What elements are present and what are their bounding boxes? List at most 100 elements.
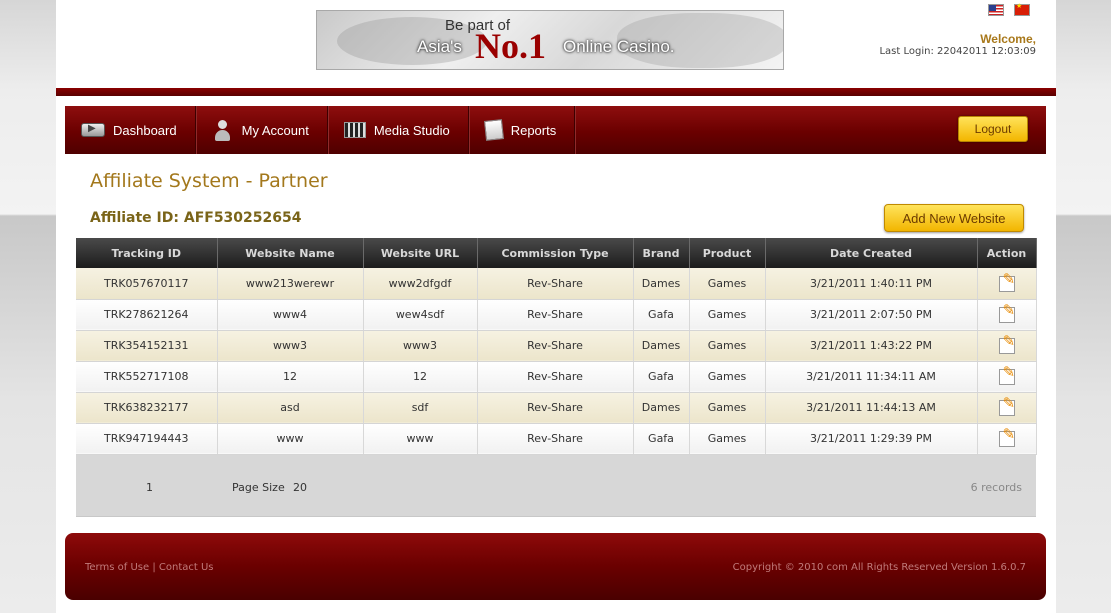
clapperboard-icon <box>343 122 366 138</box>
banner-line2-suffix: Online Casino. <box>563 37 675 56</box>
edit-icon[interactable] <box>998 332 1016 354</box>
footer-separator: | <box>152 562 156 573</box>
main-nav: Dashboard My Account Media Studio Report… <box>65 106 1046 154</box>
table-row: TRK552717108 12 12 Rev-Share Gafa Games … <box>76 361 1037 393</box>
page-size-label: Page Size <box>232 480 285 494</box>
column-header-brand[interactable]: Brand <box>633 238 690 268</box>
logout-button[interactable]: Logout <box>958 116 1028 142</box>
cell-website-url: wew4sdf <box>363 299 478 331</box>
cell-date-created: 3/21/2011 1:29:39 PM <box>765 423 978 455</box>
page-container: Be part of Asia's No.1 Online Casino. We… <box>56 0 1056 613</box>
cell-website-name: 12 <box>217 361 364 393</box>
footer: Terms of Use | Contact Us Copyright © 20… <box>65 533 1046 600</box>
table-row: TRK638232177 asd sdf Rev-Share Dames Gam… <box>76 392 1037 424</box>
table-row: TRK057670117 www213werewr www2dfgdf Rev-… <box>76 268 1037 300</box>
cell-website-name: www4 <box>217 299 364 331</box>
cell-website-url: www2dfgdf <box>363 268 478 300</box>
footer-links: Terms of Use | Contact Us <box>85 562 214 573</box>
column-header-action: Action <box>977 238 1037 268</box>
cell-commission-type: Rev-Share <box>477 392 634 424</box>
cell-date-created: 3/21/2011 2:07:50 PM <box>765 299 978 331</box>
cell-action <box>977 361 1037 393</box>
column-header-commission-type[interactable]: Commission Type <box>477 238 634 268</box>
websites-grid: Tracking ID Website Name Website URL Com… <box>76 238 1037 517</box>
cell-product: Games <box>689 392 766 424</box>
us-flag-icon[interactable] <box>988 4 1004 16</box>
cell-commission-type: Rev-Share <box>477 268 634 300</box>
cell-website-url: sdf <box>363 392 478 424</box>
cell-website-url: www <box>363 423 478 455</box>
cell-action <box>977 392 1037 424</box>
cell-website-name: asd <box>217 392 364 424</box>
nav-item-label: My Account <box>241 122 309 138</box>
report-icon <box>483 119 504 141</box>
header-divider <box>56 88 1056 96</box>
table-header-row: Tracking ID Website Name Website URL Com… <box>76 238 1037 268</box>
cell-tracking-id: TRK278621264 <box>76 299 218 331</box>
terms-of-use-link[interactable]: Terms of Use <box>85 562 149 573</box>
column-header-website-url[interactable]: Website URL <box>363 238 478 268</box>
edit-icon[interactable] <box>998 394 1016 416</box>
copyright-text: Copyright © 2010 com All Rights Reserved… <box>732 562 1026 573</box>
cell-commission-type: Rev-Share <box>477 330 634 362</box>
websites-table: Tracking ID Website Name Website URL Com… <box>76 238 1037 455</box>
cell-tracking-id: TRK354152131 <box>76 330 218 362</box>
cell-date-created: 3/21/2011 1:40:11 PM <box>765 268 978 300</box>
cell-website-url: www3 <box>363 330 478 362</box>
nav-item-dashboard[interactable]: Dashboard <box>65 106 196 154</box>
column-header-product[interactable]: Product <box>689 238 766 268</box>
contact-us-link[interactable]: Contact Us <box>159 562 214 573</box>
cell-action <box>977 330 1037 362</box>
edit-icon[interactable] <box>998 270 1016 292</box>
pager-page-number[interactable]: 1 <box>146 481 153 494</box>
cell-date-created: 3/21/2011 11:34:11 AM <box>765 361 978 393</box>
table-row: TRK354152131 www3 www3 Rev-Share Dames G… <box>76 330 1037 362</box>
edit-icon[interactable] <box>998 363 1016 385</box>
last-login-text: Last Login: 22042011 12:03:09 <box>879 46 1036 57</box>
cell-website-url: 12 <box>363 361 478 393</box>
column-header-tracking-id[interactable]: Tracking ID <box>76 238 218 268</box>
column-header-website-name[interactable]: Website Name <box>217 238 364 268</box>
banner-number: No.1 <box>475 26 546 66</box>
cell-product: Games <box>689 299 766 331</box>
casino-banner[interactable]: Be part of Asia's No.1 Online Casino. <box>316 10 784 70</box>
cell-brand: Gafa <box>633 423 690 455</box>
cell-action <box>977 299 1037 331</box>
cell-product: Games <box>689 330 766 362</box>
cell-brand: Dames <box>633 330 690 362</box>
cell-tracking-id: TRK057670117 <box>76 268 218 300</box>
cell-brand: Dames <box>633 268 690 300</box>
page-size-value[interactable]: 20 <box>293 481 307 494</box>
nav-item-my-account[interactable]: My Account <box>196 106 328 154</box>
pager: 1 Page Size 20 6 records <box>76 454 1036 517</box>
cell-tracking-id: TRK638232177 <box>76 392 218 424</box>
nav-item-media-studio[interactable]: Media Studio <box>328 106 469 154</box>
user-icon <box>212 120 234 141</box>
cell-commission-type: Rev-Share <box>477 299 634 331</box>
cell-commission-type: Rev-Share <box>477 361 634 393</box>
welcome-text: Welcome, <box>980 32 1036 46</box>
cell-product: Games <box>689 361 766 393</box>
edit-icon[interactable] <box>998 425 1016 447</box>
column-header-date-created[interactable]: Date Created <box>765 238 978 268</box>
cell-website-name: www213werewr <box>217 268 364 300</box>
cell-brand: Gafa <box>633 299 690 331</box>
cell-website-name: www3 <box>217 330 364 362</box>
nav-item-label: Media Studio <box>373 122 450 138</box>
cell-commission-type: Rev-Share <box>477 423 634 455</box>
banner-line2-prefix: Asia's <box>417 37 462 56</box>
nav-item-label: Dashboard <box>113 122 177 138</box>
dashboard-icon <box>81 123 105 137</box>
add-new-website-button[interactable]: Add New Website <box>884 204 1024 232</box>
affiliate-id: Affiliate ID: AFF530252654 <box>90 210 302 226</box>
china-flag-icon[interactable] <box>1014 2 1030 16</box>
cell-product: Games <box>689 268 766 300</box>
cell-date-created: 3/21/2011 11:44:13 AM <box>765 392 978 424</box>
edit-icon[interactable] <box>998 301 1016 323</box>
cell-brand: Gafa <box>633 361 690 393</box>
nav-item-reports[interactable]: Reports <box>469 106 576 154</box>
cell-action <box>977 268 1037 300</box>
table-row: TRK278621264 www4 wew4sdf Rev-Share Gafa… <box>76 299 1037 331</box>
cell-action <box>977 423 1037 455</box>
nav-item-label: Reports <box>510 122 557 138</box>
